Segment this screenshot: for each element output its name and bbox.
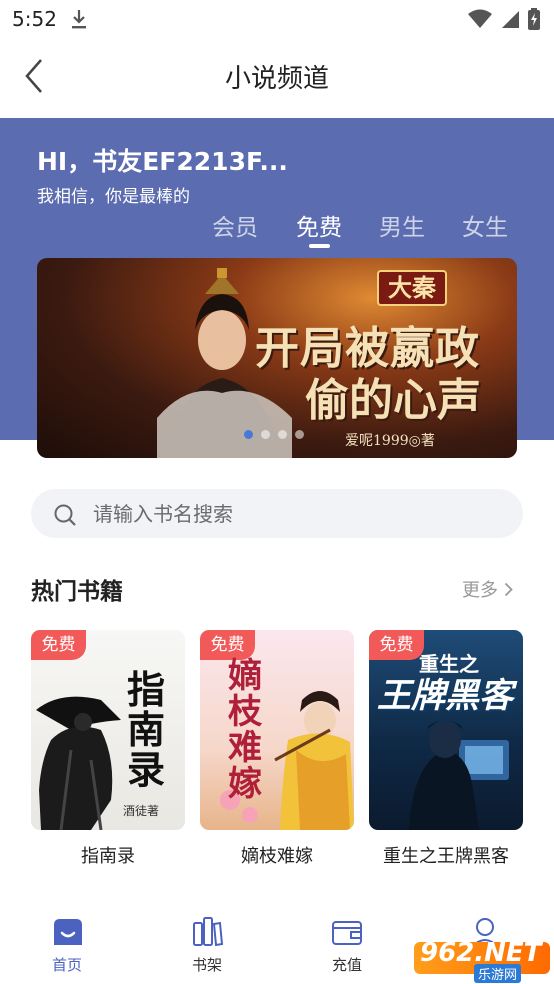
battery-icon <box>528 8 540 30</box>
cover-author-seal: 酒徒著 <box>123 804 160 818</box>
book-title: 指南录 <box>81 846 135 867</box>
nav-label: 首页 <box>51 956 82 974</box>
book-title: 嫡枝难嫁 <box>241 846 313 867</box>
book-card[interactable]: 免费 重生之 王牌黑客 重生之王牌黑客 <box>369 630 523 868</box>
watermark-subtext: 乐游网 <box>474 964 522 983</box>
book-title: 重生之王牌黑客 <box>383 846 509 867</box>
banner-dot[interactable] <box>261 430 270 439</box>
book-card[interactable]: 免费 指南录 酒徒著 指南录 <box>31 630 185 868</box>
tab-free[interactable]: 免费 <box>296 208 342 242</box>
home-icon <box>54 919 82 945</box>
active-tab-indicator <box>309 244 330 248</box>
section-title-hot-books: 热门书籍 <box>31 579 123 605</box>
channel-tabs: 会员 免费 男生 女生 <box>0 206 554 254</box>
book-cover-illustration <box>220 691 354 830</box>
book-cover: 免费 指南录 酒徒著 <box>31 630 185 830</box>
book-card[interactable]: 免费 嫡枝难嫁 嫡枝难嫁 <box>200 630 354 868</box>
nav-bookshelf[interactable]: 书架 <box>172 915 242 975</box>
search-input[interactable] <box>93 489 503 538</box>
promo-banner[interactable]: 大秦 开局被嬴政 偷的心声 爱呢1999◎著 <box>37 258 517 458</box>
tab-female[interactable]: 女生 <box>462 208 508 242</box>
free-tag: 免费 <box>31 630 86 660</box>
banner-dot[interactable] <box>295 430 304 439</box>
tab-vip[interactable]: 会员 <box>212 208 258 242</box>
banner-dot[interactable] <box>278 430 287 439</box>
banner-author: 爱呢1999◎著 <box>345 433 435 449</box>
app-header: 小说频道 <box>0 40 554 118</box>
status-time: 5:52 <box>12 7 57 31</box>
more-label: 更多 <box>462 580 498 601</box>
banner-dot[interactable] <box>244 430 253 439</box>
site-watermark: 962.NET 乐游网 <box>414 936 550 983</box>
wifi-icon <box>468 9 492 28</box>
search-bar[interactable] <box>31 489 523 538</box>
nav-label: 充值 <box>331 956 362 974</box>
banner-title-line2: 偷的心声 <box>305 375 481 426</box>
bookshelf-icon <box>193 917 224 947</box>
banner-pagination <box>244 430 304 439</box>
search-icon <box>54 504 76 526</box>
page-title: 小说频道 <box>224 64 329 94</box>
chevron-right-icon <box>504 582 513 596</box>
status-icons <box>468 8 540 30</box>
nav-label: 书架 <box>191 956 222 974</box>
user-subgreeting: 我相信，你是最棒的 <box>37 187 190 207</box>
tab-male[interactable]: 男生 <box>379 208 425 242</box>
signal-icon <box>502 11 519 28</box>
book-cover: 免费 重生之 王牌黑客 <box>369 630 523 830</box>
book-cover: 免费 嫡枝难嫁 <box>200 630 354 830</box>
cover-title: 王牌黑客 <box>377 676 513 716</box>
free-tag: 免费 <box>369 630 424 660</box>
cover-title: 嫡枝难嫁 <box>228 656 262 804</box>
nav-recharge[interactable]: 充值 <box>312 915 382 975</box>
download-icon <box>72 10 86 29</box>
wallet-icon <box>332 921 362 945</box>
status-bar: 5:52 <box>0 0 554 40</box>
banner-badge: 大秦 <box>377 270 447 306</box>
user-greeting: HI，书友EF2213F... <box>37 147 288 176</box>
nav-home[interactable]: 首页 <box>32 915 102 975</box>
more-link[interactable]: 更多 <box>462 576 513 602</box>
cover-title: 指南录 <box>127 667 166 792</box>
